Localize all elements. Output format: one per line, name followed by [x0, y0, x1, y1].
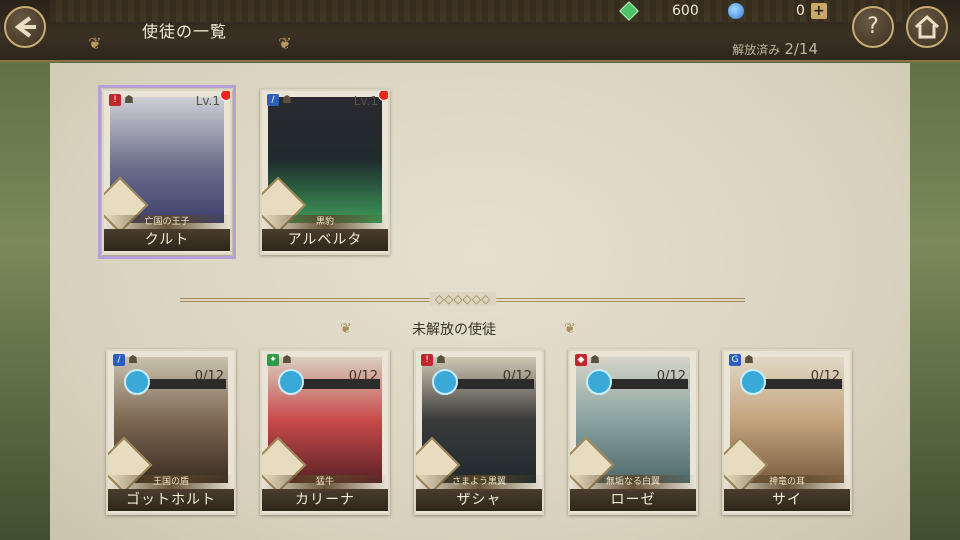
apostle-subtitle: 無垢なる白翼 — [570, 475, 696, 489]
fragment-count: 0/12 — [194, 369, 224, 384]
apostle-name: ザシャ — [416, 489, 542, 511]
attribute-icon: / — [113, 354, 125, 366]
attribute-icon: ! — [109, 94, 121, 106]
section-divider: ◇◇◇◇◇◇ — [180, 292, 745, 306]
apostle-name: ゴットホルト — [108, 489, 234, 511]
class-icon: ☗ — [590, 353, 600, 366]
fragment-icon — [740, 369, 766, 395]
back-arrow-icon — [14, 16, 36, 38]
gem-currency: 600 — [619, 1, 699, 21]
attribute-icon: ! — [421, 354, 433, 366]
orb-icon — [728, 3, 744, 19]
fragment-count: 0/12 — [502, 369, 532, 384]
fragment-count: 0/12 — [656, 369, 686, 384]
released-counter: 解放済み 2/14 — [732, 40, 818, 58]
apostle-subtitle: 黒豹 — [262, 215, 388, 229]
apostle-name: サイ — [724, 489, 850, 511]
title-ornament-right: ❦ — [278, 34, 292, 53]
fragment-icon — [124, 369, 150, 395]
apostle-card-gotthold[interactable]: / ☗ 0/12 王国の盾 ゴットホルト — [106, 349, 236, 515]
apostle-card-kurt[interactable]: ! ☗ Lv.1 亡国の王子 クルト — [98, 85, 236, 259]
help-icon: ? — [867, 14, 879, 39]
home-button[interactable] — [906, 6, 948, 48]
class-icon: ☗ — [282, 353, 292, 366]
class-icon: ☗ — [436, 353, 446, 366]
released-count: 2/14 — [784, 40, 818, 58]
orb-currency: 0 + — [728, 2, 827, 20]
apostle-subtitle: 王国の盾 — [108, 475, 234, 489]
class-icon: ☗ — [124, 93, 134, 106]
fragment-icon — [278, 369, 304, 395]
apostle-card-rose[interactable]: ◆ ☗ 0/12 無垢なる白翼 ローゼ — [568, 349, 698, 515]
orb-count: 0 — [796, 3, 805, 19]
apostle-name: ローゼ — [570, 489, 696, 511]
level-label: Lv.1 — [353, 94, 378, 108]
released-label: 解放済み — [732, 43, 781, 57]
section-ornament-right: ❦ — [564, 321, 576, 337]
add-orb-button[interactable]: + — [810, 3, 827, 19]
class-icon: ☗ — [128, 353, 138, 366]
apostle-subtitle: 神竜の耳 — [724, 475, 850, 489]
attribute-icon: ◆ — [575, 354, 587, 366]
fragment-count: 0/12 — [348, 369, 378, 384]
divider-ornament: ◇◇◇◇◇◇ — [428, 292, 497, 306]
gem-count: 600 — [672, 3, 699, 19]
apostle-subtitle: 猛牛 — [262, 475, 388, 489]
help-button[interactable]: ? — [852, 6, 894, 48]
background-right — [910, 0, 960, 540]
attribute-icon: / — [267, 94, 279, 106]
attribute-icon: ✦ — [267, 354, 279, 366]
apostle-subtitle: さまよう黒翼 — [416, 475, 542, 489]
notification-dot — [378, 91, 388, 101]
apostle-card-alberta[interactable]: / ☗ Lv.1 黒豹 アルベルタ — [260, 89, 390, 255]
fragment-count: 0/12 — [810, 369, 840, 384]
class-icon: ☗ — [744, 353, 754, 366]
apostle-name: カリーナ — [262, 489, 388, 511]
section-title: 未解放の使徒 — [412, 322, 496, 338]
apostle-name: クルト — [104, 229, 230, 251]
attribute-icon: G — [729, 354, 741, 366]
page-title: 使徒の一覧 — [142, 22, 228, 41]
class-icon: ☗ — [282, 93, 292, 106]
title-ornament-left: ❦ — [88, 34, 102, 53]
apostle-name: アルベルタ — [262, 229, 388, 251]
apostle-card-karina[interactable]: ✦ ☗ 0/12 猛牛 カリーナ — [260, 349, 390, 515]
apostle-subtitle: 亡国の王子 — [104, 215, 230, 229]
back-button[interactable] — [4, 6, 46, 48]
level-label: Lv.1 — [195, 94, 220, 108]
apostle-card-sasha[interactable]: ! ☗ 0/12 さまよう黒翼 ザシャ — [414, 349, 544, 515]
section-ornament-left: ❦ — [340, 321, 352, 337]
apostle-card-sai[interactable]: G ☗ 0/12 神竜の耳 サイ — [722, 349, 852, 515]
top-bar: 使徒の一覧 ❦ ❦ 600 0 + 解放済み 2/14 — [0, 0, 960, 62]
notification-dot — [220, 91, 230, 101]
home-icon — [914, 14, 940, 39]
gem-icon — [619, 1, 639, 21]
fragment-icon — [586, 369, 612, 395]
apostle-list-panel: ! ☗ Lv.1 亡国の王子 クルト / ☗ Lv.1 黒豹 アルベルタ ◇◇◇… — [50, 63, 910, 540]
fragment-icon — [432, 369, 458, 395]
